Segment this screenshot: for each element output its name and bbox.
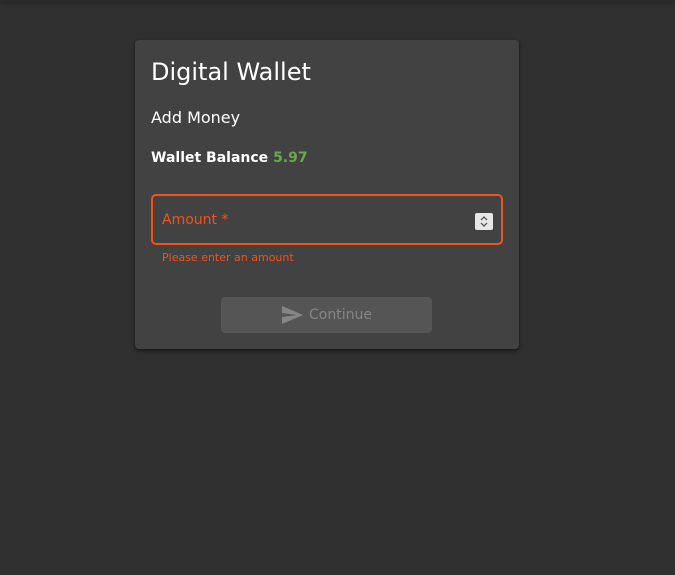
card-subtitle: Add Money (151, 108, 241, 127)
amount-error-message: Please enter an amount (162, 251, 294, 264)
amount-field[interactable]: Amount * (151, 194, 503, 245)
up-down-spinner-icon[interactable] (475, 213, 493, 230)
wallet-balance: Wallet Balance 5.97 (151, 149, 308, 167)
wallet-balance-label: Wallet Balance (151, 150, 269, 166)
continue-button-label: Continue (309, 307, 372, 323)
send-icon (281, 305, 304, 328)
card-title: Digital Wallet (151, 58, 311, 86)
continue-button[interactable]: Continue (221, 297, 432, 333)
amount-input[interactable] (161, 204, 465, 236)
top-app-bar-edge (0, 0, 675, 2)
wallet-card: Digital Wallet Add Money Wallet Balance … (135, 40, 519, 349)
wallet-balance-value: 5.97 (273, 150, 308, 166)
